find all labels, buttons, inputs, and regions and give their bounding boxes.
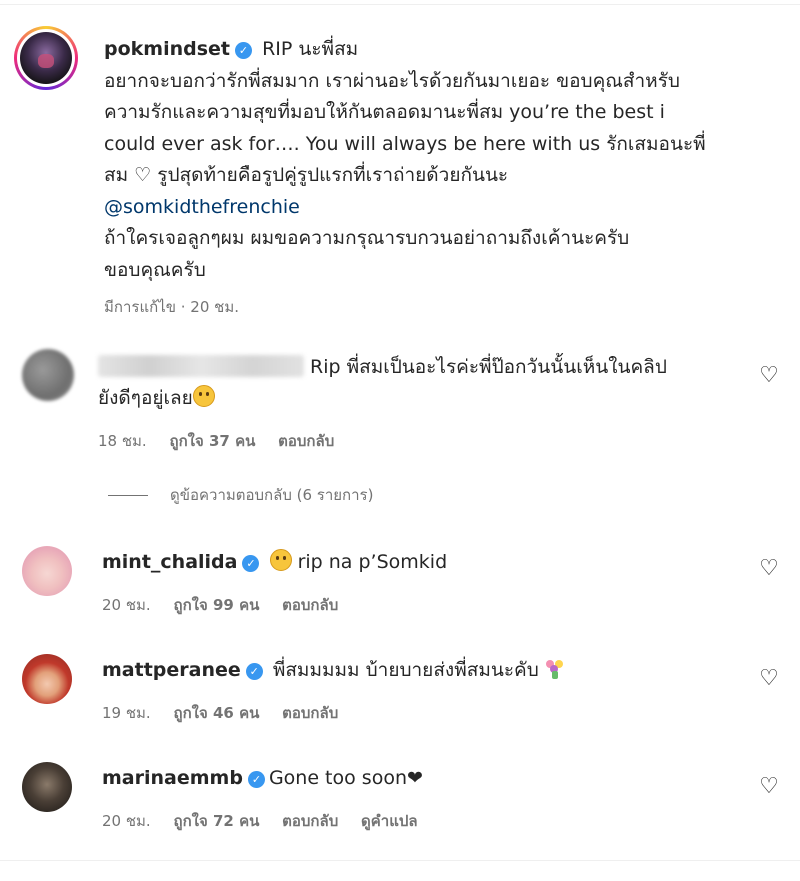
verified-badge-icon: ✓	[247, 771, 265, 788]
sad-face-emoji-icon	[192, 385, 215, 407]
black-heart-emoji-icon: ❤	[406, 767, 423, 789]
caption-line-4-rest: รูปสุดท้ายคือรูปคู่รูปแรกที่เราถ่ายด้วยก…	[157, 164, 509, 186]
avatar[interactable]	[22, 546, 72, 596]
view-replies-label[interactable]: ดูข้อความตอบกลับ (6 รายการ)	[170, 483, 373, 507]
reply-button[interactable]: ตอบกลับ	[282, 812, 338, 830]
comment-text: rip na p’Somkid	[297, 551, 448, 573]
verified-badge-icon: ✓	[242, 555, 260, 572]
translate-button[interactable]: ดูคำแปล	[361, 812, 418, 830]
post-author-avatar[interactable]	[14, 26, 78, 90]
reply-button[interactable]: ตอบกลับ	[282, 704, 338, 722]
view-replies-button[interactable]: ดูข้อความตอบกลับ (6 รายการ)	[108, 483, 373, 507]
bottom-divider	[0, 860, 800, 861]
comment-likes[interactable]: ถูกใจ 37 คน	[169, 432, 255, 450]
comment-likes[interactable]: ถูกใจ 46 คน	[173, 704, 259, 722]
comment-username[interactable]: mint_chalida	[102, 551, 237, 573]
comment-username[interactable]: marinaemmb	[102, 767, 243, 789]
reply-button[interactable]: ตอบกลับ	[278, 432, 334, 450]
heart-emoji-icon: ♡	[134, 164, 152, 186]
caption-line-7: ขอบคุณครับ	[104, 258, 206, 281]
avatar[interactable]	[22, 654, 72, 704]
like-heart-icon[interactable]: ♡	[758, 668, 780, 690]
comment-likes[interactable]: ถูกใจ 72 คน	[173, 812, 259, 830]
sad-face-emoji-icon	[269, 549, 292, 571]
top-divider	[0, 4, 800, 5]
comment-text: พี่สมมมมม บ้ายบายส่งพี่สมนะคับ	[272, 659, 539, 681]
verified-badge-icon: ✓	[245, 663, 263, 680]
comment-time[interactable]: 20 ชม.	[102, 596, 151, 614]
reply-button[interactable]: ตอบกลับ	[282, 596, 338, 614]
replies-line	[108, 494, 148, 496]
post-caption: pokmindset ✓ RIP นะพี่สม อยากจะบอกว่ารักพ…	[104, 34, 754, 324]
post-author-username[interactable]: pokmindset	[104, 38, 230, 60]
caption-line-3: could ever ask for…. You will always be …	[104, 132, 706, 155]
comment-time[interactable]: 20 ชม.	[102, 812, 151, 830]
comment-time[interactable]: 18 ชม.	[98, 432, 147, 450]
comment-text: Rip พี่สมเป็นอะไรค่ะพี่ป๊อกวันนั้นเห็นใน…	[310, 356, 667, 378]
caption-line-1: อยากจะบอกว่ารักพี่สมมาก เราผ่านอะไรด้วยก…	[104, 69, 680, 92]
like-heart-icon[interactable]: ♡	[758, 558, 780, 580]
like-heart-icon[interactable]: ♡	[758, 365, 780, 387]
like-heart-icon[interactable]: ♡	[758, 776, 780, 798]
comment-likes[interactable]: ถูกใจ 99 คน	[173, 596, 259, 614]
caption-title: RIP นะพี่สม	[262, 38, 359, 60]
comment-time[interactable]: 19 ชม.	[102, 704, 151, 722]
comment-text-2: ยังดีๆอยู่เลย	[98, 387, 193, 409]
verified-badge-icon: ✓	[235, 42, 253, 59]
caption-line-6: ถ้าใครเจอลูกๆผม ผมขอความกรุณารบกวนอย่าถา…	[104, 227, 630, 249]
bouquet-emoji-icon	[545, 659, 565, 679]
avatar[interactable]	[22, 762, 72, 812]
caption-line-2: ความรักและความสุขที่มอบให้กันตลอดมานะพี่…	[104, 101, 665, 123]
avatar[interactable]	[22, 349, 74, 401]
comment-username-blurred[interactable]	[98, 355, 304, 377]
caption-line-4: สม	[104, 164, 129, 186]
mention-link[interactable]: @somkidthefrenchie	[104, 196, 300, 218]
post-edited-time: มีการแก้ไข · 20 ชม.	[104, 298, 239, 316]
comment-text: Gone too soon	[268, 767, 407, 789]
comment-username[interactable]: mattperanee	[102, 659, 241, 681]
